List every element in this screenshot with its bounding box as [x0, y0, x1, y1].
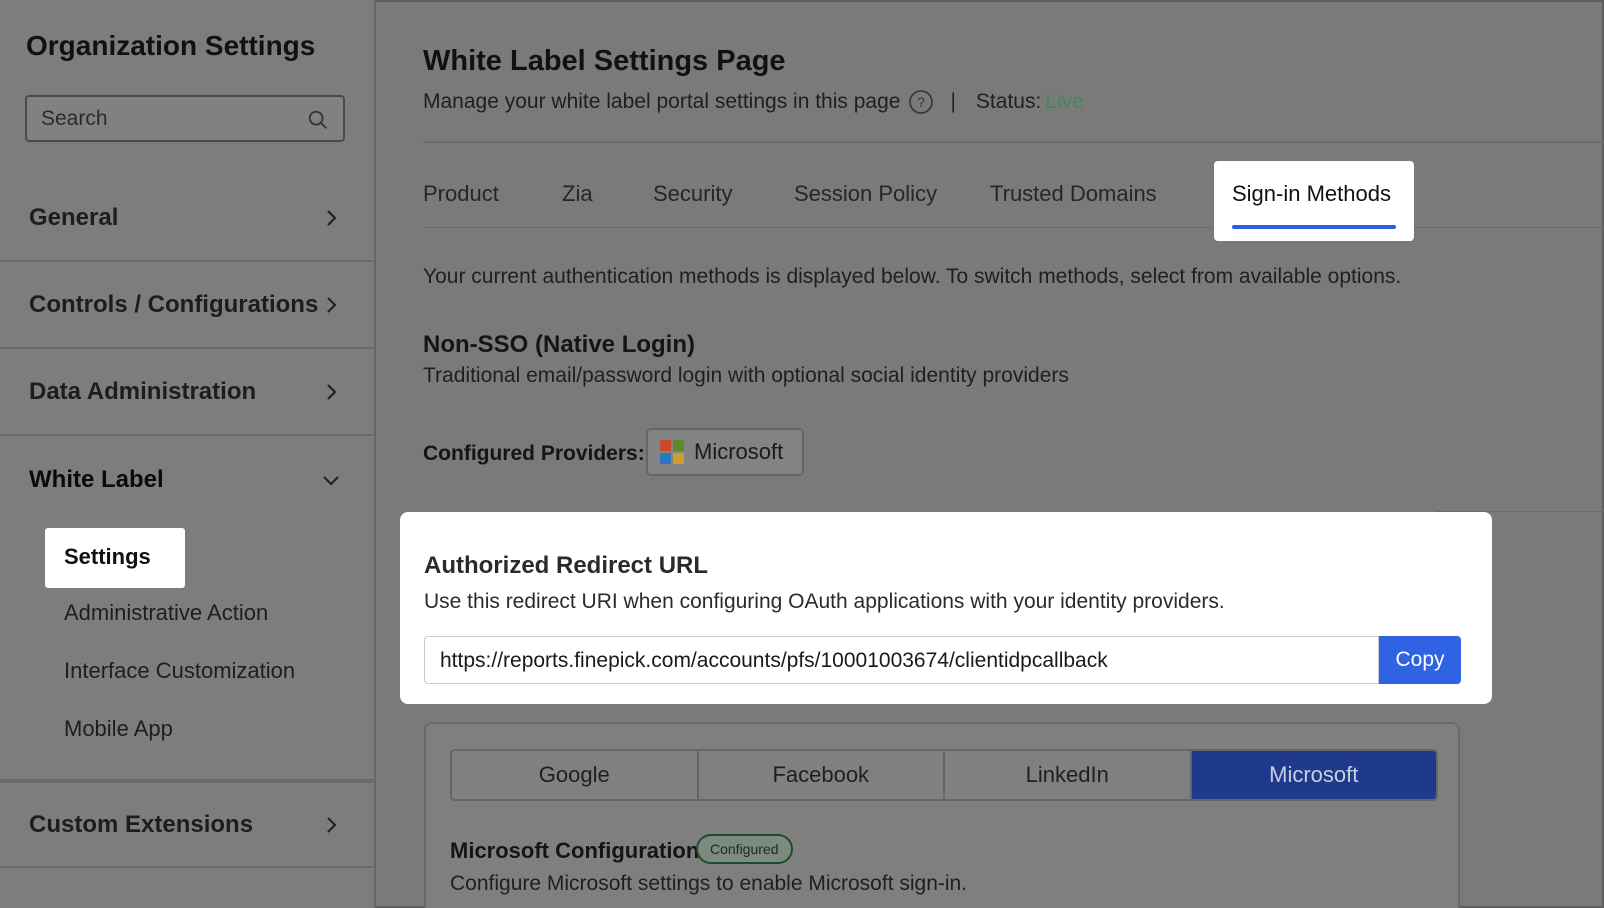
- provider-chip-microsoft[interactable]: Microsoft: [646, 428, 804, 476]
- sidebar-item-general[interactable]: General: [0, 175, 374, 262]
- redirect-title: Authorized Redirect URL: [424, 552, 709, 579]
- active-tab-indicator: [1232, 225, 1396, 229]
- sidebar-subitem-mobile-app[interactable]: Mobile App: [64, 716, 173, 742]
- sidebar-item-label: White Label: [29, 465, 164, 493]
- status-label: Status:: [975, 90, 1042, 113]
- provider-tab-facebook[interactable]: Facebook: [698, 751, 945, 799]
- provider-tab-google[interactable]: Google: [452, 751, 699, 799]
- tab-zia[interactable]: Zia: [562, 160, 593, 230]
- page-title: White Label Settings Page: [423, 45, 786, 77]
- chevron-right-icon: [327, 296, 337, 313]
- tab-security[interactable]: Security: [653, 160, 732, 230]
- sidebar-item-custom-extensions[interactable]: Custom Extensions: [0, 781, 374, 868]
- sidebar-item-white-label-header[interactable]: White Label: [0, 436, 374, 523]
- microsoft-config-description: Configure Microsoft settings to enable M…: [450, 872, 968, 895]
- provider-config-panel: Google Facebook LinkedIn Microsoft Micro…: [424, 722, 1460, 908]
- page-subtitle-row: Manage your white label portal settings …: [423, 89, 1084, 115]
- sidebar-item-label: Controls / Configurations: [29, 290, 319, 318]
- provider-tab-linkedin[interactable]: LinkedIn: [945, 751, 1192, 799]
- provider-tab-microsoft[interactable]: Microsoft: [1191, 751, 1436, 799]
- tab-divider: [423, 227, 1604, 228]
- sidebar-item-controls-configurations[interactable]: Controls / Configurations: [0, 262, 374, 349]
- status-badge: Configured: [696, 834, 793, 864]
- tab-label: Sign-in Methods: [1232, 181, 1391, 206]
- chevron-right-icon: [327, 383, 337, 400]
- microsoft-logo-icon: [660, 440, 684, 464]
- redirect-url-field[interactable]: [424, 636, 1379, 684]
- help-icon[interactable]: ?: [908, 89, 934, 115]
- sidebar-item-data-administration[interactable]: Data Administration: [0, 349, 374, 436]
- provider-chip-label: Microsoft: [694, 439, 784, 464]
- tab-sign-in-methods[interactable]: Sign-in Methods: [1214, 161, 1414, 241]
- chevron-right-icon: [327, 209, 337, 226]
- search-box[interactable]: [25, 95, 345, 142]
- sidebar-subitem-interface-customization[interactable]: Interface Customization: [64, 658, 295, 684]
- search-icon[interactable]: [307, 109, 329, 131]
- sidebar-subitem-administrative-action[interactable]: Administrative Action: [64, 600, 268, 626]
- sidebar-title: Organization Settings: [26, 30, 316, 61]
- tab-product[interactable]: Product: [423, 160, 499, 230]
- chevron-down-icon: [323, 475, 339, 486]
- chevron-right-icon: [327, 816, 337, 833]
- divider: [423, 141, 1604, 143]
- tab-session-policy[interactable]: Session Policy: [794, 160, 937, 230]
- search-input[interactable]: [41, 105, 291, 133]
- sidebar: Organization Settings General Controls /…: [0, 0, 376, 908]
- sidebar-subitem-label: Settings: [64, 544, 151, 569]
- svg-text:?: ?: [918, 94, 926, 110]
- redirect-description: Use this redirect URI when configuring O…: [424, 590, 1225, 613]
- redirect-url-input[interactable]: [440, 647, 1360, 675]
- sidebar-subitem-settings[interactable]: Settings: [45, 528, 185, 588]
- page-subtitle: Manage your white label portal settings …: [423, 90, 901, 113]
- status-value: Live: [1045, 90, 1084, 113]
- microsoft-config-title: Microsoft Configuration: [450, 838, 700, 863]
- redirect-url-card: Authorized Redirect URL Use this redirec…: [400, 512, 1492, 704]
- provider-segmented-control: Google Facebook LinkedIn Microsoft: [450, 749, 1438, 801]
- separator: |: [950, 90, 956, 113]
- sidebar-item-label: Custom Extensions: [29, 810, 254, 838]
- copy-button[interactable]: Copy: [1379, 636, 1461, 684]
- sidebar-item-label: General: [29, 203, 119, 231]
- tab-trusted-domains[interactable]: Trusted Domains: [990, 160, 1157, 230]
- sidebar-item-label: Data Administration: [29, 377, 257, 405]
